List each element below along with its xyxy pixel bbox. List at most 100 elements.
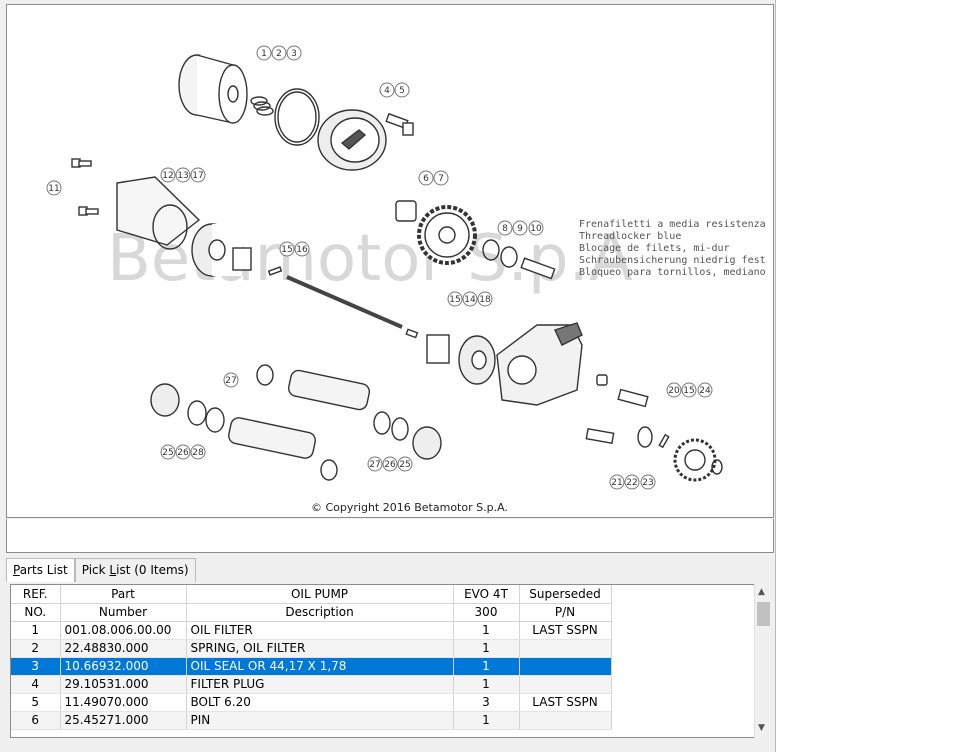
- cell-qty: 1: [453, 711, 520, 730]
- callout-10: 10: [528, 220, 544, 236]
- svg-text:24: 24: [699, 386, 711, 396]
- cell-part: 11.49070.000: [60, 693, 187, 712]
- svg-text:15: 15: [683, 386, 694, 396]
- svg-text:26: 26: [384, 460, 396, 470]
- svg-text:15: 15: [281, 245, 292, 255]
- threadlocker-note: Frenafiletti a media resistenza Threadlo…: [579, 219, 766, 278]
- svg-text:21: 21: [611, 478, 622, 488]
- cell-part: 25.45271.000: [60, 711, 187, 730]
- svg-text:1: 1: [261, 49, 267, 59]
- cell-qty: 1: [453, 621, 520, 640]
- col-header-qty[interactable]: EVO 4T: [453, 585, 520, 604]
- callout-15b: 15: [447, 291, 463, 307]
- svg-text:20: 20: [668, 386, 680, 396]
- exploded-diagram: Betamotor S.p.A 1 2 3 4 5 6 7 8 9 10 11 …: [46, 45, 766, 514]
- scrollbar-thumb[interactable]: [757, 602, 770, 626]
- cell-ref: 6: [11, 711, 61, 730]
- callout-8: 8: [497, 220, 513, 236]
- cell-desc: OIL SEAL OR 44,17 X 1,78: [186, 657, 454, 676]
- cell-desc: SPRING, OIL FILTER: [186, 639, 454, 658]
- svg-text:4: 4: [384, 86, 390, 96]
- svg-text:11: 11: [48, 184, 59, 194]
- cell-superseded: [519, 711, 612, 730]
- cell-desc: PIN: [186, 711, 454, 730]
- callout-24: 24: [697, 382, 713, 398]
- table-row[interactable]: 6 25.45271.000 PIN 1: [11, 711, 612, 730]
- svg-text:7: 7: [438, 174, 444, 184]
- table-row[interactable]: 4 29.10531.000 FILTER PLUG 1: [11, 675, 612, 694]
- col-subheader-qty: 300: [453, 603, 520, 622]
- cell-ref: 4: [11, 675, 61, 694]
- parts-table: REF. Part OIL PUMP EVO 4T Superseded NO.…: [11, 585, 612, 730]
- svg-text:17: 17: [192, 171, 203, 181]
- callout-4: 4: [379, 82, 395, 98]
- col-subheader-description: Description: [186, 603, 454, 622]
- copyright-text: © Copyright 2016 Betamotor S.p.A.: [311, 501, 508, 514]
- col-header-description[interactable]: OIL PUMP: [186, 585, 454, 604]
- svg-text:6: 6: [423, 174, 429, 184]
- cell-part: 10.66932.000: [60, 657, 187, 676]
- table-header-row: REF. Part OIL PUMP EVO 4T Superseded: [11, 585, 612, 604]
- callout-5: 5: [394, 82, 410, 98]
- cell-qty: 1: [453, 675, 520, 694]
- svg-text:14: 14: [464, 295, 476, 305]
- callout-27b: 27: [367, 456, 383, 472]
- svg-text:18: 18: [479, 295, 491, 305]
- tab-parts-list[interactable]: Parts List: [6, 558, 75, 582]
- cell-part: 22.48830.000: [60, 639, 187, 658]
- svg-text:Blocage de filets, mi-dur: Blocage de filets, mi-dur: [579, 243, 730, 254]
- table-row[interactable]: 2 22.48830.000 SPRING, OIL FILTER 1: [11, 639, 612, 658]
- scroll-up-icon[interactable]: ▲: [758, 587, 765, 597]
- svg-text:Schraubensicherung niedrig fes: Schraubensicherung niedrig fest: [579, 255, 766, 266]
- callout-27a: 27: [223, 372, 239, 388]
- callout-15c: 15: [681, 382, 697, 398]
- svg-text:27: 27: [369, 460, 380, 470]
- cell-superseded: [519, 675, 612, 694]
- callout-7: 7: [433, 170, 449, 186]
- callout-3: 3: [286, 45, 302, 61]
- svg-text:15: 15: [449, 295, 460, 305]
- callout-28: 28: [190, 444, 206, 460]
- svg-text:26: 26: [177, 448, 189, 458]
- svg-text:8: 8: [502, 224, 508, 234]
- tab-pick-list[interactable]: Pick List (0 Items): [74, 558, 196, 582]
- svg-text:Frenafiletti a media resistenz: Frenafiletti a media resistenza: [579, 219, 766, 230]
- callout-6: 6: [418, 170, 434, 186]
- cell-desc: FILTER PLUG: [186, 675, 454, 694]
- table-row-selected[interactable]: 3 10.66932.000 OIL SEAL OR 44,17 X 1,78 …: [11, 657, 612, 676]
- callout-9: 9: [512, 220, 528, 236]
- table-row[interactable]: 1 001.08.006.00.00 OIL FILTER 1 LAST SSP…: [11, 621, 612, 640]
- cell-part: 001.08.006.00.00: [60, 621, 187, 640]
- callout-16: 16: [294, 241, 310, 257]
- cell-ref: 2: [11, 639, 61, 658]
- cell-ref: 1: [11, 621, 61, 640]
- table-row[interactable]: 5 11.49070.000 BOLT 6.20 3 LAST SSPN: [11, 693, 612, 712]
- svg-text:23: 23: [642, 478, 653, 488]
- cell-qty: 1: [453, 657, 520, 676]
- tab-bar: Parts List Pick List (0 Items): [6, 558, 196, 582]
- callout-2: 2: [271, 45, 287, 61]
- svg-text:12: 12: [162, 171, 173, 181]
- col-header-ref[interactable]: REF.: [11, 585, 61, 604]
- cell-desc: BOLT 6.20: [186, 693, 454, 712]
- callout-17: 17: [190, 167, 206, 183]
- svg-text:22: 22: [626, 478, 637, 488]
- exploded-diagram-panel: Betamotor S.p.A 1 2 3 4 5 6 7 8 9 10 11 …: [6, 4, 774, 518]
- cell-superseded: LAST SSPN: [519, 693, 612, 712]
- cell-part: 29.10531.000: [60, 675, 187, 694]
- table-scrollbar[interactable]: ▲ ▼: [754, 584, 772, 738]
- col-header-superseded[interactable]: Superseded: [519, 585, 612, 604]
- svg-text:Bloqueo para tornillos, median: Bloqueo para tornillos, mediano: [579, 267, 766, 278]
- svg-text:28: 28: [192, 448, 204, 458]
- cell-qty: 1: [453, 639, 520, 658]
- svg-text:2: 2: [276, 49, 282, 59]
- scroll-down-icon[interactable]: ▼: [758, 723, 765, 733]
- col-header-part[interactable]: Part: [60, 585, 187, 604]
- cell-ref: 3: [11, 657, 61, 676]
- svg-text:13: 13: [177, 171, 188, 181]
- callout-15a: 15: [279, 241, 295, 257]
- callout-11: 11: [46, 180, 62, 196]
- cell-desc: OIL FILTER: [186, 621, 454, 640]
- app-window: Betamotor S.p.A 1 2 3 4 5 6 7 8 9 10 11 …: [0, 0, 776, 752]
- callout-18: 18: [477, 291, 493, 307]
